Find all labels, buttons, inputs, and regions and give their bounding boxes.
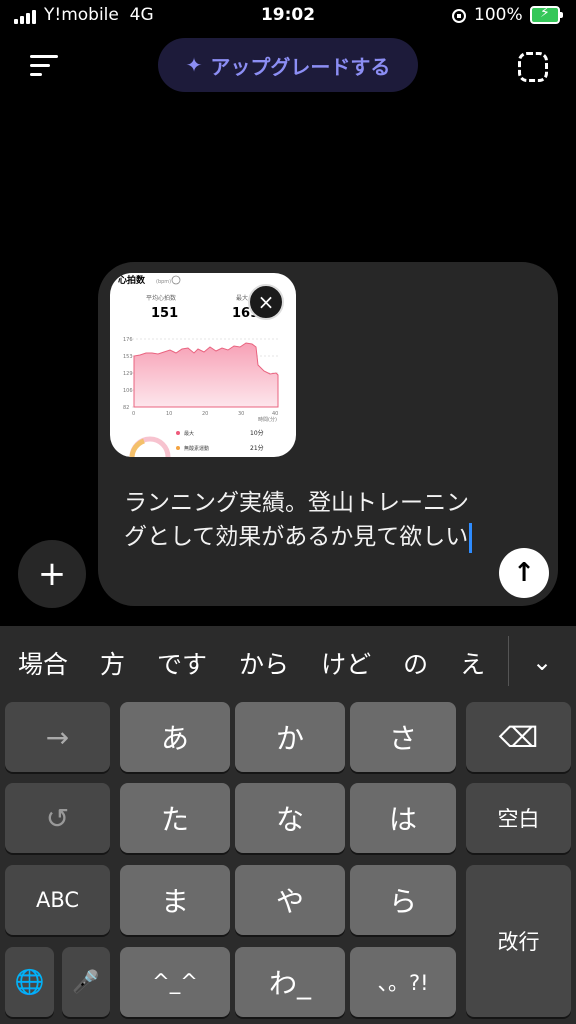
candidate[interactable]: え [460, 626, 485, 704]
legend-label: 最大 [184, 430, 194, 437]
microphone-icon: 🎤 [72, 969, 100, 995]
y-tick: 153 [123, 354, 133, 360]
max-label: 最大 [236, 294, 248, 302]
key-na[interactable]: な [235, 783, 345, 853]
undo-key[interactable]: ↺ [5, 783, 110, 853]
key-ha[interactable]: は [350, 783, 456, 853]
punctuation-key[interactable]: 、。?! [350, 947, 456, 1017]
menu-icon[interactable] [30, 55, 58, 76]
candidate[interactable]: の [403, 626, 428, 704]
mic-key[interactable]: 🎤 [62, 947, 110, 1017]
enter-key[interactable]: 改行 [466, 865, 571, 1017]
legend-label: 無酸素運動 [184, 445, 209, 452]
new-chat-icon[interactable] [518, 52, 548, 82]
x-tick: 0 [132, 411, 135, 417]
upgrade-button[interactable]: ✦ アップグレードする [158, 38, 418, 92]
key-ka[interactable]: か [235, 702, 345, 772]
legend-swatch [176, 446, 180, 450]
x-axis-label: 時間(分) [258, 416, 277, 423]
candidate[interactable]: 場合 [18, 626, 68, 704]
key-a[interactable]: あ [120, 702, 230, 772]
orientation-lock-icon [452, 9, 466, 23]
legend-value: 10分 [250, 429, 264, 437]
x-tick: 20 [202, 411, 208, 417]
legend-value: 21分 [250, 444, 264, 452]
text-cursor [469, 522, 473, 553]
status-bar: Y!mobile 4G 19:02 100% ⚡ [0, 0, 576, 34]
key-ra[interactable]: ら [350, 865, 456, 935]
send-button[interactable]: ↑ [499, 548, 549, 598]
add-attachment-button[interactable]: + [18, 540, 86, 608]
chart-unit: (bpm) [156, 279, 171, 285]
info-icon [171, 275, 181, 285]
candidate[interactable]: 方 [100, 626, 125, 704]
x-tick: 30 [238, 411, 244, 417]
message-text: ランニング実績。登山トレーニングとして効果があるか見て欲しい [124, 490, 469, 550]
key-ya[interactable]: や [235, 865, 345, 935]
plus-icon: + [37, 554, 67, 594]
key-ma[interactable]: ま [120, 865, 230, 935]
undo-icon: ↺ [45, 801, 70, 835]
sparkle-icon: ✦ [185, 53, 203, 77]
y-tick: 106 [123, 388, 133, 394]
key-wa[interactable]: わ_ [235, 947, 345, 1017]
key-ta[interactable]: た [120, 783, 230, 853]
upgrade-label: アップグレードする [210, 54, 391, 79]
remove-attachment-button[interactable]: × [248, 284, 284, 320]
candidate[interactable]: けど [321, 626, 371, 704]
candidate-bar: 場合方です から けどのえ [0, 626, 508, 704]
emoticon-key[interactable]: ^_^ [120, 947, 230, 1017]
battery-percent: 100% [474, 5, 523, 25]
message-input[interactable]: ランニング実績。登山トレーニングとして効果があるか見て欲しい [124, 486, 484, 554]
globe-key[interactable]: 🌐 [5, 947, 54, 1017]
y-tick: 176 [123, 337, 133, 343]
y-tick: 82 [123, 405, 129, 411]
space-key[interactable]: 空白 [466, 783, 571, 853]
candidate[interactable]: です [157, 626, 207, 704]
delete-key[interactable]: ⌫ [466, 702, 571, 772]
abc-key[interactable]: ABC [5, 865, 110, 935]
close-icon: × [257, 290, 275, 314]
key-next[interactable]: → [5, 702, 110, 772]
key-sa[interactable]: さ [350, 702, 456, 772]
arrow-up-icon: ↑ [513, 558, 535, 588]
backspace-icon: ⌫ [498, 720, 539, 754]
avg-label: 平均心拍数 [146, 294, 176, 302]
y-tick: 129 [123, 371, 133, 377]
battery-icon: ⚡ [530, 5, 563, 24]
legend-swatch [176, 431, 180, 435]
globe-icon: 🌐 [14, 968, 45, 996]
x-tick: 10 [166, 411, 172, 417]
avg-value: 151 [151, 306, 178, 321]
chevron-down-icon[interactable]: ⌄ [527, 648, 557, 676]
divider [508, 636, 509, 686]
candidate[interactable]: から [239, 626, 289, 704]
chart-title: 心拍数 [118, 274, 146, 286]
